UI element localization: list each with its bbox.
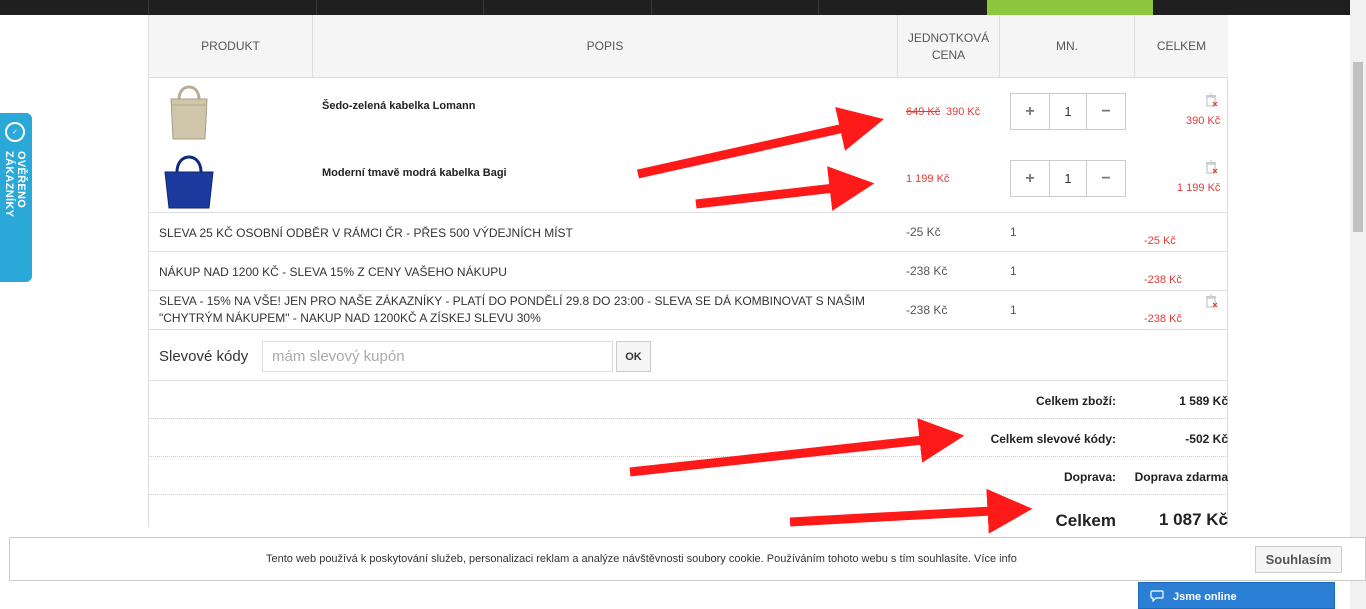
discount-total: -238 Kč: [1144, 313, 1182, 325]
page-scrollbar[interactable]: [1350, 0, 1366, 609]
cart-table: PRODUKT POPIS JEDNOTKOVÁ CENA MN. CELKEM…: [148, 15, 1228, 530]
coupon-section: Slevové kódy OK: [149, 329, 1228, 381]
discount-unit-price: -238 Kč: [906, 303, 948, 317]
coupon-input[interactable]: [262, 341, 613, 372]
discount-total: -25 Kč: [1144, 235, 1176, 247]
nav-divider: [818, 0, 819, 15]
discount-row: SLEVA - 15% NA VŠE! JEN PRO NAŠE ZÁKAZNÍ…: [149, 290, 1228, 329]
chat-widget[interactable]: Jsme online: [1138, 582, 1335, 609]
product-total: 390 Kč: [1186, 115, 1221, 127]
cookie-agree-button[interactable]: Souhlasím: [1255, 546, 1342, 573]
quantity-stepper: + 1 −: [1010, 160, 1126, 197]
verified-badge-text: OVĚŘENO ZÁKAZNÍKY: [3, 151, 27, 218]
header-product: PRODUKT: [149, 15, 313, 78]
product-price: 390 Kč: [946, 106, 981, 118]
discount-row: SLEVA 25 KČ OSOBNÍ ODBĚR V RÁMCI ČR - PŘ…: [149, 212, 1228, 251]
header-quantity: MN.: [1000, 15, 1135, 78]
summary-total-label: Celkem: [1055, 511, 1116, 530]
summary-codes-value: -502 Kč: [1185, 432, 1228, 446]
nav-divider: [483, 0, 484, 15]
product-row: Moderní tmavě modrá kabelka Bagi 1 199 K…: [149, 146, 1228, 213]
plus-icon[interactable]: +: [1011, 94, 1049, 129]
verified-logo-icon: ✓: [5, 122, 25, 142]
discount-description: SLEVA - 15% NA VŠE! JEN PRO NAŠE ZÁKAZNÍ…: [159, 294, 866, 325]
header-total: CELKEM: [1156, 39, 1207, 53]
top-navigation: [0, 0, 1350, 15]
minus-icon[interactable]: −: [1087, 94, 1125, 129]
nav-divider: [316, 0, 317, 15]
discount-total: -238 Kč: [1144, 274, 1182, 286]
product-image-beige-handbag[interactable]: [159, 81, 219, 143]
summary-shipping-label: Doprava:: [1063, 470, 1116, 484]
summary-total-value: 1 087 Kč: [1159, 510, 1228, 529]
summary-goods-label: Celkem zboží:: [1035, 394, 1116, 408]
product-old-price: 649 Kč: [906, 106, 941, 118]
product-image-navy-handbag[interactable]: [159, 148, 219, 210]
discount-row: NÁKUP NAD 1200 KČ - SLEVA 15% Z CENY VAŠ…: [149, 251, 1228, 290]
chat-bubble-icon: [1150, 590, 1164, 602]
summary-goods-value: 1 589 Kč: [1179, 394, 1228, 408]
coupon-ok-button[interactable]: OK: [616, 341, 651, 372]
cookie-message: Tento web používá k poskytování služeb, …: [266, 553, 1017, 565]
product-name[interactable]: Moderní tmavě modrá kabelka Bagi: [322, 167, 507, 179]
summary-codes-label: Celkem slevové kódy:: [990, 432, 1116, 446]
product-total: 1 199 Kč: [1177, 182, 1221, 194]
header-description: POPIS: [313, 15, 898, 78]
quantity-value[interactable]: 1: [1049, 94, 1087, 129]
trash-icon[interactable]: [1204, 294, 1218, 308]
product-price: 1 199 Kč: [906, 173, 950, 185]
summary-codes: Celkem slevové kódy: -502 Kč: [149, 419, 1228, 457]
plus-icon[interactable]: +: [1011, 161, 1049, 196]
scrollbar-thumb[interactable]: [1353, 62, 1363, 232]
product-row: Šedo-zelená kabelka Lomann 649 Kč 390 Kč…: [149, 79, 1228, 146]
trash-icon[interactable]: [1204, 93, 1218, 107]
trash-icon[interactable]: [1204, 160, 1218, 174]
discount-description: NÁKUP NAD 1200 KČ - SLEVA 15% Z CENY VAŠ…: [159, 265, 507, 279]
discount-quantity: 1: [1010, 303, 1017, 317]
minus-icon[interactable]: −: [1087, 161, 1125, 196]
discount-quantity: 1: [1010, 264, 1017, 278]
summary-total: Celkem 1 087 Kč: [149, 495, 1228, 533]
discount-unit-price: -25 Kč: [906, 225, 941, 239]
chat-label: Jsme online: [1173, 591, 1237, 603]
nav-active-step[interactable]: [987, 0, 1153, 15]
summary-goods: Celkem zboží: 1 589 Kč: [149, 381, 1228, 419]
product-name[interactable]: Šedo-zelená kabelka Lomann: [322, 100, 475, 112]
quantity-value[interactable]: 1: [1049, 161, 1087, 196]
discount-quantity: 1: [1010, 225, 1017, 239]
coupon-label: Slevové kódy: [159, 348, 249, 365]
summary-shipping: Doprava: Doprava zdarma: [149, 457, 1228, 495]
discount-description: SLEVA 25 KČ OSOBNÍ ODBĚR V RÁMCI ČR - PŘ…: [159, 226, 573, 240]
table-header: PRODUKT POPIS JEDNOTKOVÁ CENA MN. CELKEM: [149, 15, 1228, 78]
verified-badge[interactable]: ✓ OVĚŘENO ZÁKAZNÍKY: [0, 113, 32, 282]
header-unit-price: JEDNOTKOVÁ CENA: [898, 15, 1000, 78]
nav-divider: [651, 0, 652, 15]
cookie-bar: Tento web používá k poskytování služeb, …: [9, 537, 1366, 581]
discount-unit-price: -238 Kč: [906, 264, 948, 278]
quantity-stepper: + 1 −: [1010, 93, 1126, 130]
summary-shipping-value: Doprava zdarma: [1134, 470, 1228, 484]
nav-divider: [148, 0, 149, 15]
